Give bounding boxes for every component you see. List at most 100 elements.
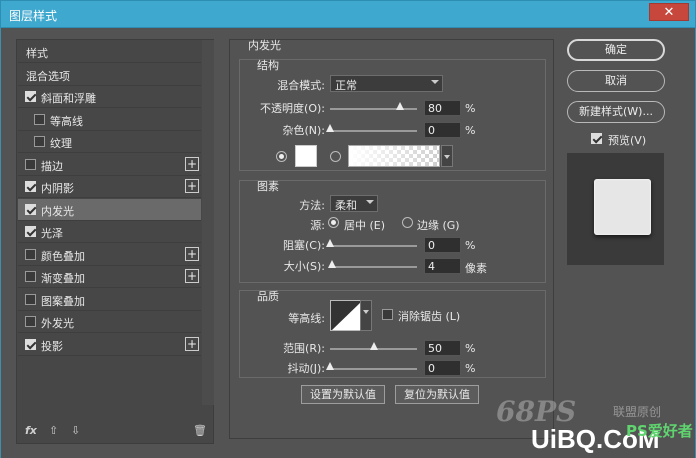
glow-color-swatch[interactable] bbox=[295, 145, 317, 167]
source-edge-label[interactable]: 边缘 (G) bbox=[417, 217, 460, 233]
source-center-label[interactable]: 居中 (E) bbox=[344, 217, 385, 233]
preview-square bbox=[594, 179, 651, 235]
contour-preview[interactable] bbox=[330, 300, 362, 331]
trash-icon[interactable]: 🗑 bbox=[193, 424, 207, 437]
source-edge-radio[interactable] bbox=[402, 217, 413, 228]
gradient-radio[interactable] bbox=[330, 151, 341, 162]
glow-gradient-swatch[interactable] bbox=[348, 145, 440, 167]
size-unit: 像素 bbox=[465, 262, 487, 275]
size-slider[interactable] bbox=[327, 260, 417, 268]
cancel-button[interactable]: 取消 bbox=[567, 70, 665, 92]
choke-percent: % bbox=[465, 239, 476, 252]
size-input[interactable]: 4 bbox=[424, 258, 461, 274]
style-item-checkbox[interactable] bbox=[25, 181, 36, 192]
section-title: 内发光 bbox=[248, 39, 281, 52]
opacity-input[interactable]: 80 bbox=[424, 100, 461, 116]
watermark-original: 联盟原创 bbox=[613, 405, 662, 419]
style-item-checkbox[interactable] bbox=[25, 293, 36, 305]
style-item-checkbox[interactable] bbox=[25, 271, 36, 282]
noise-input[interactable]: 0 bbox=[424, 122, 461, 138]
color-radio[interactable] bbox=[276, 151, 287, 162]
style-item[interactable]: 颜色叠加 + bbox=[18, 244, 201, 266]
close-button[interactable]: ✕ bbox=[649, 3, 689, 21]
blend-mode-value: 正常 bbox=[335, 79, 357, 92]
fx-icon[interactable]: fx bbox=[25, 424, 37, 437]
noise-slider-thumb[interactable] bbox=[326, 124, 334, 132]
chevron-down-icon bbox=[431, 80, 439, 84]
opacity-percent: % bbox=[465, 102, 476, 115]
choke-input[interactable]: 0 bbox=[424, 237, 461, 253]
jitter-input[interactable]: 0 bbox=[424, 360, 461, 376]
style-item[interactable]: 投影 + bbox=[18, 334, 201, 356]
noise-label: 杂色(N): bbox=[282, 124, 325, 137]
style-item[interactable]: 图案叠加 bbox=[18, 289, 201, 311]
style-item-checkbox[interactable] bbox=[25, 338, 36, 350]
elements-title: 图素 bbox=[257, 180, 279, 193]
style-item[interactable]: 渐变叠加 + bbox=[18, 266, 201, 288]
add-style-icon[interactable]: + bbox=[185, 156, 199, 171]
source-center-radio[interactable] bbox=[328, 217, 339, 228]
add-style-icon[interactable]: + bbox=[185, 336, 199, 351]
method-label: 方法: bbox=[299, 199, 325, 212]
style-item[interactable]: 斜面和浮雕 bbox=[18, 86, 201, 108]
add-style-icon[interactable]: + bbox=[185, 269, 199, 283]
range-slider[interactable] bbox=[330, 342, 417, 350]
style-item-checkbox[interactable] bbox=[25, 316, 36, 327]
style-item-checkbox[interactable] bbox=[25, 91, 36, 102]
make-default-button[interactable]: 设置为默认值 bbox=[301, 385, 385, 404]
size-label: 大小(S): bbox=[283, 260, 325, 273]
styles-list: 样式 混合选项斜面和浮雕等高线纹理描边 + 内阴影 + 内发光 光泽 颜色叠加 + 渐变叠加 + 图案… bbox=[16, 39, 214, 444]
style-item-checkbox[interactable] bbox=[34, 136, 45, 147]
range-input[interactable]: 50 bbox=[424, 340, 461, 356]
style-item-label: 斜面和浮雕 bbox=[41, 92, 96, 105]
opacity-slider-thumb[interactable] bbox=[395, 102, 404, 110]
style-item-checkbox[interactable] bbox=[34, 113, 45, 125]
size-slider-thumb[interactable] bbox=[327, 260, 336, 268]
jitter-slider[interactable] bbox=[326, 362, 417, 370]
style-item-checkbox[interactable] bbox=[25, 226, 36, 237]
source-label: 源: bbox=[310, 219, 325, 232]
style-item[interactable]: 样式 bbox=[18, 41, 201, 63]
style-item[interactable]: 混合选项 bbox=[18, 64, 201, 86]
move-up-icon[interactable]: ⇧ bbox=[49, 424, 58, 437]
style-item[interactable]: 内发光 bbox=[18, 198, 201, 221]
style-item-checkbox[interactable] bbox=[25, 248, 36, 260]
move-down-icon[interactable]: ⇩ bbox=[71, 424, 80, 437]
choke-slider-thumb[interactable] bbox=[326, 239, 334, 247]
new-style-button[interactable]: 新建样式(W)... bbox=[567, 101, 665, 123]
range-slider-thumb[interactable] bbox=[369, 342, 378, 350]
method-select[interactable]: 柔和 bbox=[330, 195, 378, 212]
jitter-slider-thumb[interactable] bbox=[326, 362, 334, 370]
style-item[interactable]: 内阴影 + bbox=[18, 176, 201, 198]
preview-label[interactable]: 预览(V) bbox=[608, 132, 646, 148]
style-item-checkbox[interactable] bbox=[25, 158, 36, 170]
opacity-label: 不透明度(O): bbox=[260, 102, 325, 115]
style-item-label: 投影 bbox=[41, 339, 63, 353]
style-item-label: 纹理 bbox=[50, 137, 72, 150]
antialias-checkbox[interactable] bbox=[382, 309, 393, 320]
style-item-checkbox[interactable] bbox=[25, 203, 36, 215]
add-style-icon[interactable]: + bbox=[185, 246, 199, 261]
blend-mode-select[interactable]: 正常 bbox=[330, 75, 443, 92]
gradient-dropdown[interactable] bbox=[441, 145, 453, 167]
styles-footer: fx ⇧ ⇩ 🗑 bbox=[17, 420, 213, 444]
reset-default-button[interactable]: 复位为默认值 bbox=[395, 385, 479, 404]
style-item-label: 等高线 bbox=[50, 114, 83, 128]
styles-scrollbar[interactable] bbox=[202, 40, 214, 405]
contour-dropdown[interactable] bbox=[360, 300, 372, 331]
choke-slider[interactable] bbox=[326, 239, 417, 247]
quality-title: 品质 bbox=[257, 290, 279, 303]
ok-button[interactable]: 确定 bbox=[567, 39, 665, 61]
jitter-label: 抖动(J): bbox=[287, 362, 325, 375]
antialias-label[interactable]: 消除锯齿 (L) bbox=[398, 308, 460, 324]
add-style-icon[interactable]: + bbox=[185, 179, 199, 193]
preview-checkbox[interactable] bbox=[591, 133, 602, 144]
style-item[interactable]: 光泽 bbox=[18, 221, 201, 243]
noise-slider[interactable] bbox=[326, 124, 417, 132]
opacity-slider[interactable] bbox=[330, 102, 417, 110]
style-item[interactable]: 外发光 bbox=[18, 311, 201, 333]
style-item[interactable]: 描边 + bbox=[18, 154, 201, 176]
style-item[interactable]: 纹理 bbox=[18, 131, 201, 153]
style-item[interactable]: 等高线 bbox=[18, 109, 201, 131]
style-item-label: 外发光 bbox=[41, 317, 74, 330]
